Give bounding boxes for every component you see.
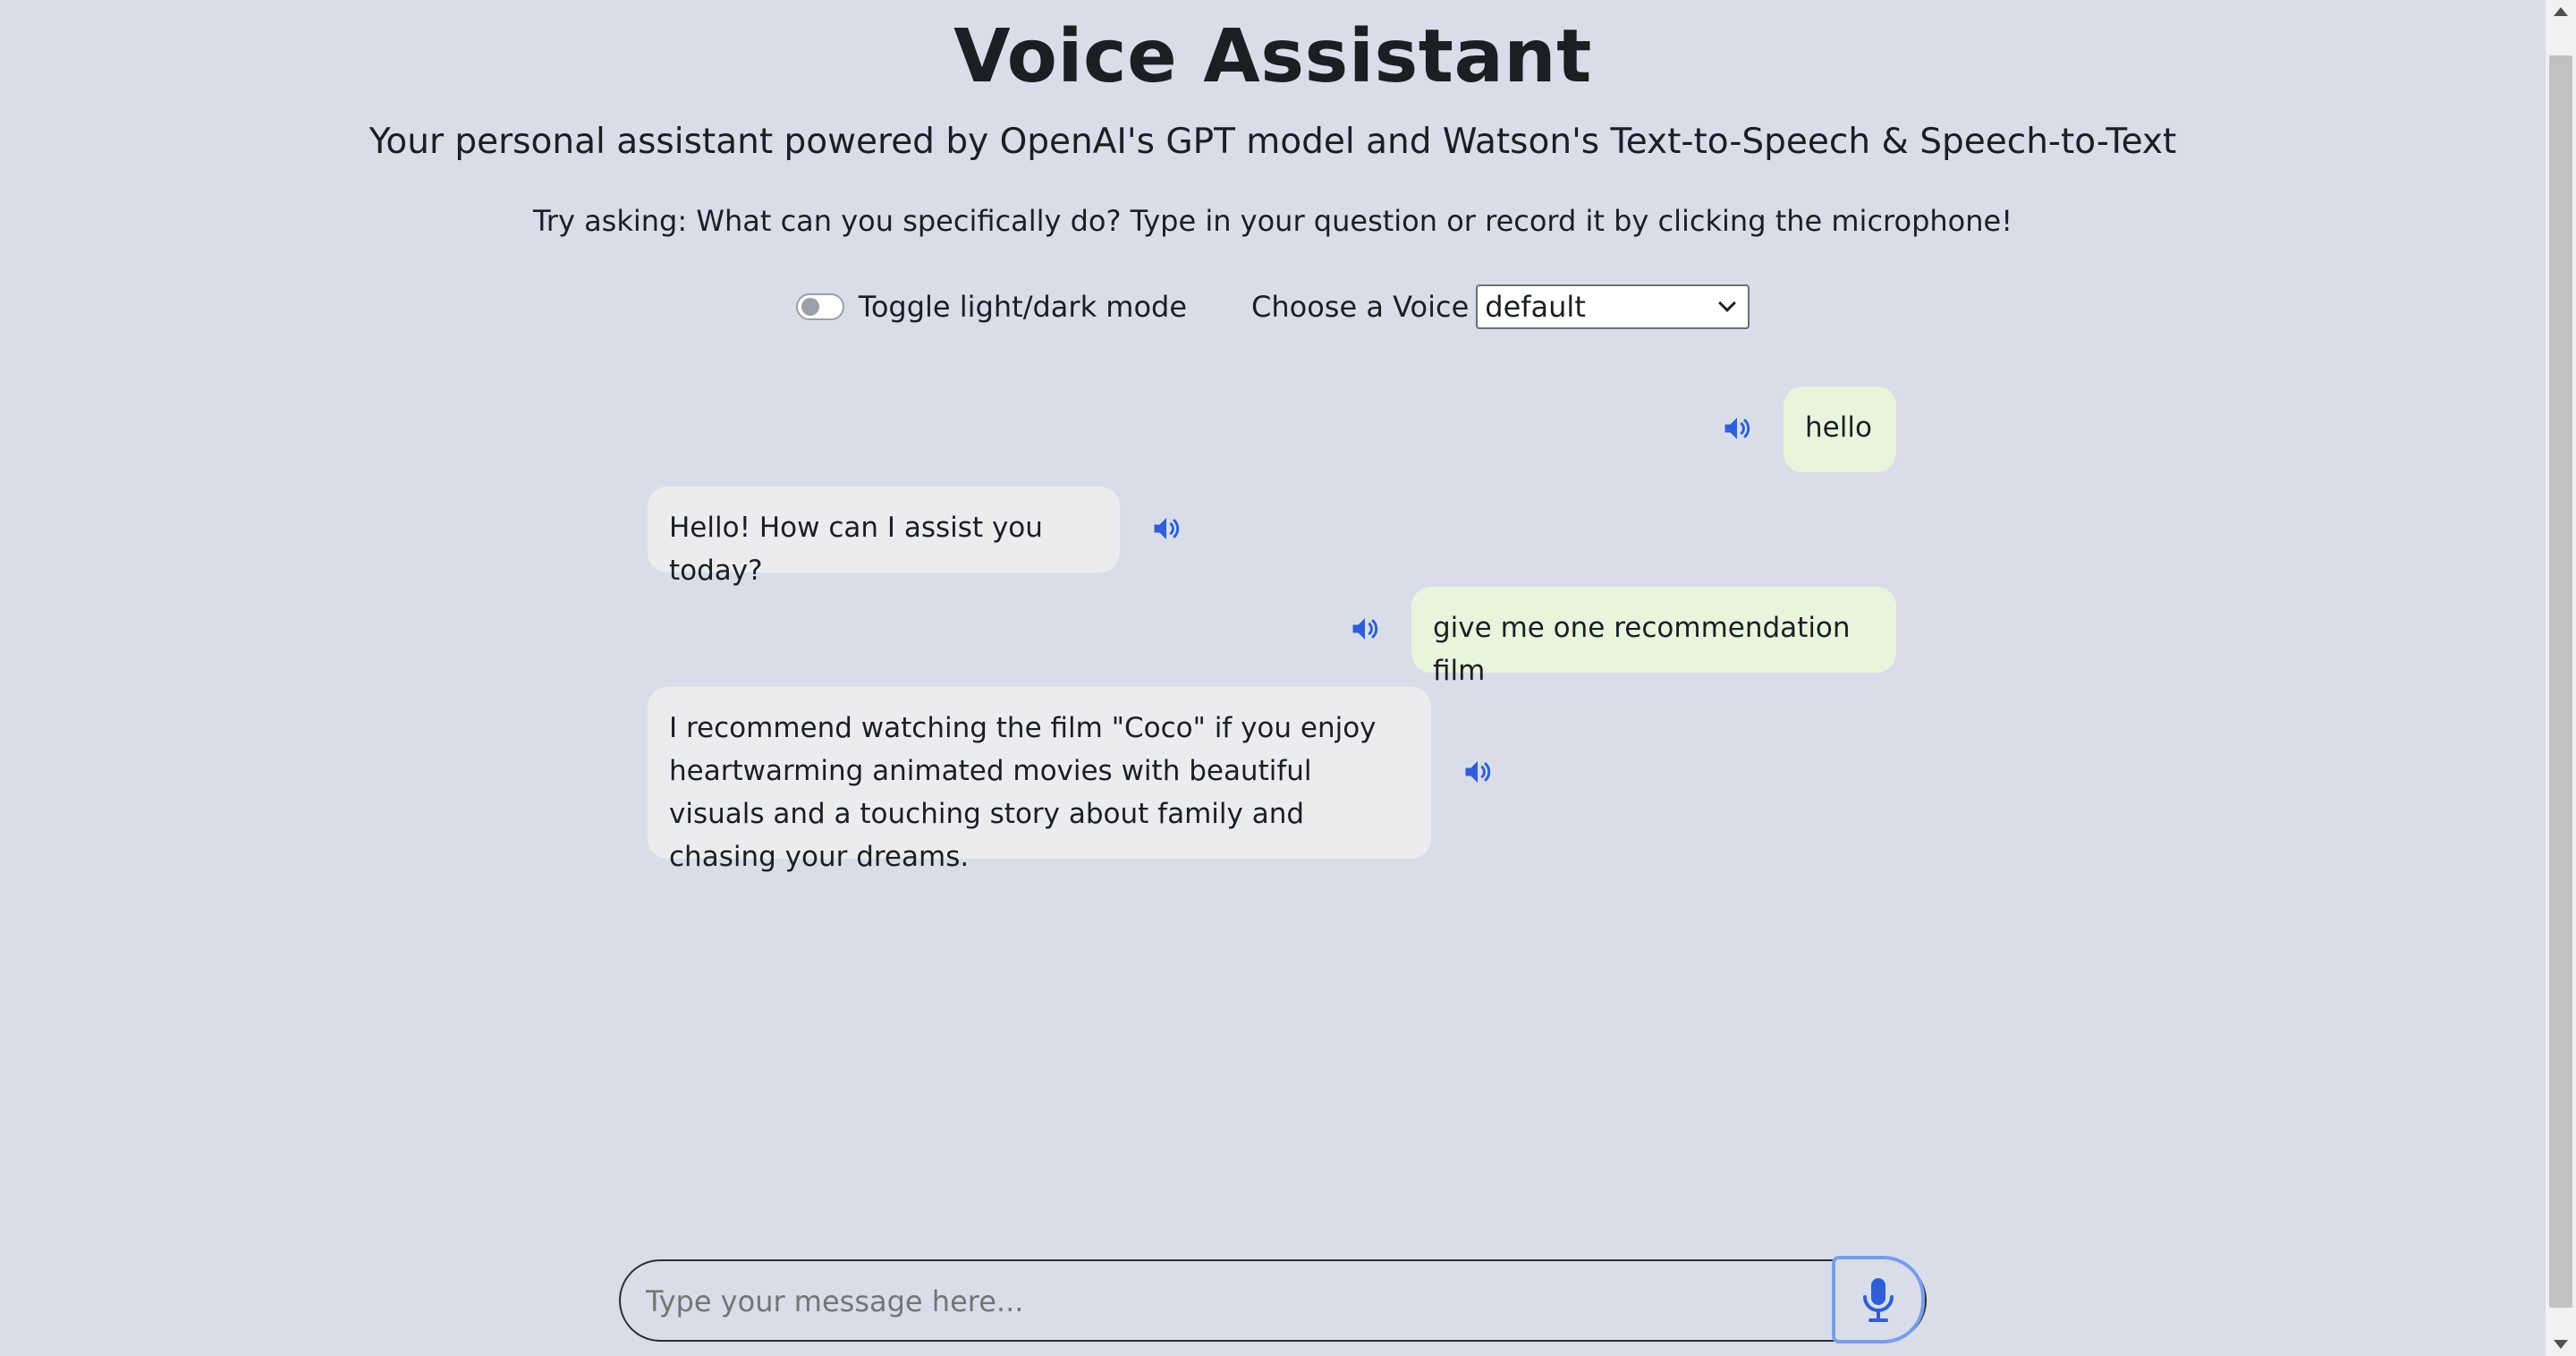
- message-composer: [619, 1259, 1927, 1342]
- page-scrollbar[interactable]: [2546, 0, 2576, 1356]
- message-text: Hello! How can I assist you today?: [669, 512, 1043, 587]
- theme-toggle[interactable]: [795, 293, 844, 320]
- chevron-down-icon: [1718, 294, 1737, 312]
- speaker-icon[interactable]: [1150, 513, 1182, 545]
- message-bot: I recommend watching the film "Coco" if …: [648, 687, 1431, 873]
- scroll-down-arrow-icon[interactable]: [2554, 1340, 2568, 1349]
- microphone-icon: [1863, 1278, 1894, 1322]
- usage-hint: Try asking: What can you specifically do…: [532, 204, 2013, 238]
- page-subtitle: Your personal assistant powered by OpenA…: [369, 122, 2177, 162]
- message-text: hello: [1805, 411, 1872, 444]
- speaker-icon[interactable]: [1462, 756, 1494, 788]
- message-user: give me one recommendation film: [1411, 587, 1896, 687]
- controls-bar: Toggle light/dark mode Choose a Voice de…: [0, 284, 2546, 329]
- message-text: I recommend watching the film "Coco" if …: [669, 712, 1377, 873]
- voice-assistant-page: Voice Assistant Your personal assistant …: [0, 0, 2576, 1356]
- scroll-up-arrow-icon[interactable]: [2554, 7, 2568, 16]
- message-text: give me one recommendation film: [1433, 612, 1851, 687]
- scrollbar-thumb[interactable]: [2549, 55, 2572, 1308]
- voice-select-label: Choose a Voice: [1251, 290, 1470, 324]
- message-input[interactable]: [644, 1261, 1810, 1342]
- message-bot: Hello! How can I assist you today?: [648, 487, 1120, 587]
- speaker-icon[interactable]: [1349, 613, 1381, 645]
- page-title: Voice Assistant: [953, 14, 1592, 99]
- speaker-icon[interactable]: [1721, 412, 1753, 445]
- voice-select-value: default: [1485, 290, 1586, 324]
- record-button[interactable]: [1832, 1256, 1925, 1343]
- toggle-knob: [801, 298, 819, 316]
- voice-select[interactable]: default: [1476, 284, 1750, 329]
- theme-toggle-label: Toggle light/dark mode: [858, 290, 1188, 324]
- message-user: hello: [1784, 386, 1896, 472]
